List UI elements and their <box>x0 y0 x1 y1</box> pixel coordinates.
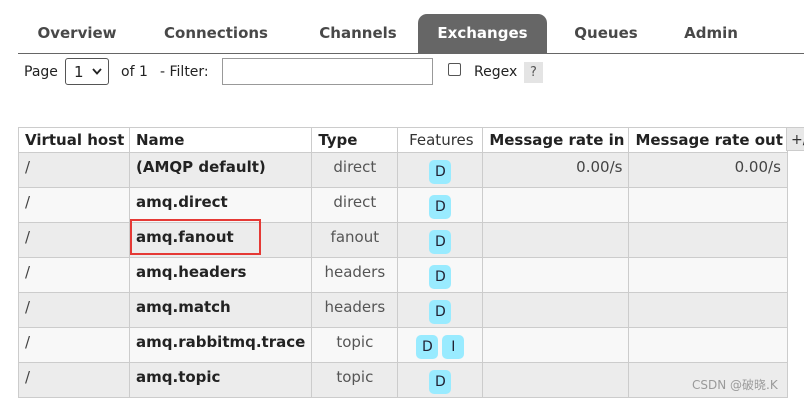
exchange-name-link[interactable]: amq.direct <box>128 187 313 223</box>
regex-checkbox[interactable] <box>448 63 461 76</box>
tab-admin[interactable]: Admin <box>666 14 756 53</box>
vhost-cell: / <box>18 187 130 223</box>
type-cell: topic <box>311 327 399 363</box>
exchange-name-link[interactable]: amq.fanout <box>128 222 313 258</box>
filter-input[interactable] <box>222 58 433 85</box>
exchanges-table: Virtual host Name Type Features Message … <box>18 127 788 398</box>
exchanges-table-wrap: Virtual host Name Type Features Message … <box>18 127 788 398</box>
table-row: / amq.direct direct D <box>18 187 788 223</box>
rate-out-cell <box>628 222 788 258</box>
vhost-cell: / <box>18 292 130 328</box>
page-select-value: 1 <box>74 63 84 81</box>
feature-badge: D <box>429 230 452 254</box>
feature-badge: I <box>442 335 465 359</box>
page-select[interactable]: 1 <box>65 58 109 85</box>
tab-connections[interactable]: Connections <box>146 14 286 53</box>
main-nav: Overview Connections Channels Exchanges … <box>18 14 804 54</box>
rate-out-cell <box>628 187 788 223</box>
column-header-rate-in[interactable]: Message rate in <box>482 127 630 153</box>
feature-badge: D <box>429 370 452 394</box>
rate-out-cell <box>628 292 788 328</box>
rate-out-cell <box>628 257 788 293</box>
vhost-cell: / <box>18 362 130 398</box>
table-row: / amq.rabbitmq.trace topic D I <box>18 327 788 363</box>
rate-in-cell <box>482 187 630 223</box>
rate-in-cell <box>482 292 630 328</box>
regex-label: Regex <box>474 64 518 80</box>
rate-in-cell <box>482 257 630 293</box>
vhost-cell: / <box>18 152 130 188</box>
vhost-cell: / <box>18 257 130 293</box>
column-header-virtual-host[interactable]: Virtual host <box>18 127 130 153</box>
type-cell: headers <box>311 257 399 293</box>
add-remove-columns-button[interactable]: +/- <box>786 127 804 151</box>
rate-out-cell <box>628 327 788 363</box>
table-row: / amq.fanout fanout D <box>18 222 788 258</box>
vhost-cell: / <box>18 222 130 258</box>
feature-badge: D <box>429 160 452 184</box>
exchange-name-link[interactable]: amq.headers <box>128 257 313 293</box>
rate-in-cell <box>482 362 630 398</box>
exchange-name-link[interactable]: (AMQP default) <box>128 152 313 188</box>
column-header-features: Features <box>397 127 484 153</box>
feature-badge: D <box>429 300 452 324</box>
features-cell: D <box>397 362 484 398</box>
feature-badge: D <box>429 265 452 289</box>
exchange-name-link[interactable]: amq.topic <box>128 362 313 398</box>
table-row: / amq.topic topic D <box>18 362 788 398</box>
type-cell: direct <box>311 152 399 188</box>
table-header-row: Virtual host Name Type Features Message … <box>18 127 788 153</box>
column-header-name[interactable]: Name <box>128 127 313 153</box>
rate-in-cell <box>482 222 630 258</box>
features-cell: D <box>397 152 484 188</box>
features-cell: D <box>397 292 484 328</box>
feature-badge: D <box>416 335 439 359</box>
exchange-name-link[interactable]: amq.match <box>128 292 313 328</box>
watermark: CSDN @破晓.K <box>692 378 778 392</box>
type-cell: topic <box>311 362 399 398</box>
tab-queues[interactable]: Queues <box>558 14 654 53</box>
table-row: / (AMQP default) direct D 0.00/s 0.00/s <box>18 152 788 188</box>
feature-badge: D <box>429 195 452 219</box>
tab-channels[interactable]: Channels <box>300 14 416 53</box>
rate-in-cell: 0.00/s <box>482 152 630 188</box>
type-cell: fanout <box>311 222 399 258</box>
exchange-name-link[interactable]: amq.rabbitmq.trace <box>128 327 313 363</box>
type-cell: direct <box>311 187 399 223</box>
rate-out-cell: 0.00/s <box>628 152 788 188</box>
vhost-cell: / <box>18 327 130 363</box>
page-label: Page <box>24 64 58 80</box>
features-cell: DI <box>397 327 484 363</box>
table-row: / amq.headers headers D <box>18 257 788 293</box>
column-header-type[interactable]: Type <box>311 127 399 153</box>
chevron-down-icon <box>92 68 102 75</box>
table-row: / amq.match headers D <box>18 292 788 328</box>
filter-label: - Filter: <box>160 64 209 80</box>
help-button[interactable]: ? <box>524 62 543 83</box>
tab-exchanges[interactable]: Exchanges <box>418 14 547 53</box>
features-cell: D <box>397 187 484 223</box>
features-cell: D <box>397 222 484 258</box>
features-cell: D <box>397 257 484 293</box>
column-header-rate-out[interactable]: Message rate out <box>628 127 788 153</box>
tab-overview[interactable]: Overview <box>18 14 136 53</box>
type-cell: headers <box>311 292 399 328</box>
page-count-label: of 1 <box>121 64 148 80</box>
rate-in-cell <box>482 327 630 363</box>
